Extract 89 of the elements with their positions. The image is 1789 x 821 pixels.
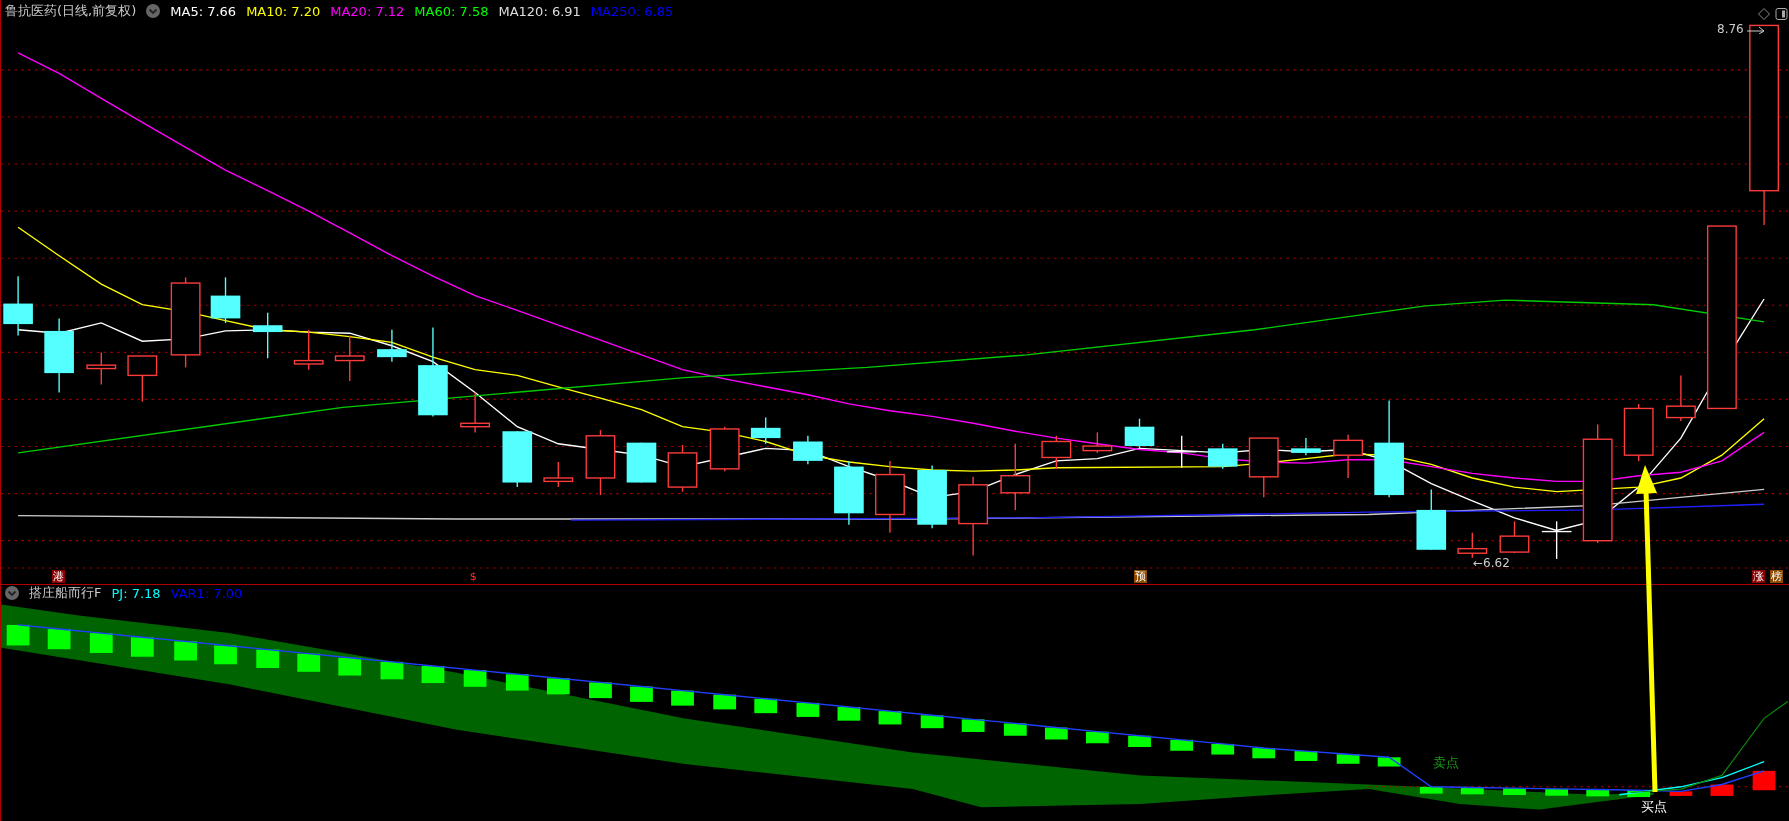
candlestick bbox=[334, 334, 365, 382]
candlestick bbox=[1457, 532, 1488, 559]
candlestick bbox=[750, 416, 781, 445]
indicator-bar bbox=[1044, 727, 1068, 740]
candlestick bbox=[1291, 437, 1321, 456]
diamond-icon[interactable] bbox=[1758, 8, 1770, 20]
indicator-bar bbox=[1460, 787, 1484, 795]
candlestick bbox=[1124, 418, 1155, 450]
price-high-label: 8.76 bbox=[1717, 22, 1744, 36]
indicator-bar bbox=[1170, 739, 1194, 751]
indicator-bar bbox=[214, 645, 237, 665]
indicator-bar bbox=[1211, 743, 1235, 755]
chart-title: 搭庄船而行F bbox=[29, 584, 102, 602]
buy-signal-label: 买点 bbox=[1641, 799, 1667, 814]
indicator-value: MA120: 6.91 bbox=[498, 3, 581, 19]
indicator-bar bbox=[1586, 789, 1610, 797]
candlestick bbox=[585, 429, 616, 496]
candlestick bbox=[293, 329, 324, 371]
candlestick bbox=[3, 275, 33, 337]
indicator-bar bbox=[1710, 784, 1734, 796]
event-marker: $ bbox=[468, 570, 478, 583]
candlestick bbox=[626, 441, 657, 484]
indicator-value: MA5: 7.66 bbox=[170, 3, 237, 19]
candlestick bbox=[502, 430, 533, 488]
candlestick bbox=[709, 426, 740, 472]
indicator-value: MA60: 7.58 bbox=[414, 3, 489, 19]
indicator-bar bbox=[1252, 748, 1276, 759]
panel-toggle-icon[interactable] bbox=[1775, 8, 1788, 20]
candlestick bbox=[1248, 437, 1279, 499]
candlestick bbox=[917, 464, 947, 529]
indicator-bar bbox=[1336, 754, 1360, 764]
indicator-bar bbox=[671, 690, 694, 706]
indicator-bar bbox=[174, 641, 197, 661]
indicator-bar bbox=[1003, 723, 1027, 736]
candlestick bbox=[1041, 435, 1072, 470]
sell-signal-label: 卖点 bbox=[1433, 755, 1459, 770]
indicator-bar bbox=[961, 719, 985, 732]
dropdown-icon[interactable] bbox=[5, 586, 19, 600]
candlestick bbox=[86, 351, 117, 386]
candlestick bbox=[1082, 431, 1113, 454]
indicator-bar bbox=[505, 674, 529, 691]
event-marker: 涨 bbox=[1752, 570, 1766, 583]
indicator-bar bbox=[1545, 788, 1569, 796]
candlestick bbox=[1166, 435, 1198, 469]
indicator-bar bbox=[630, 686, 653, 702]
indicator-value: MA10: 7.20 bbox=[246, 3, 321, 19]
indicator-value: MA20: 7.12 bbox=[330, 3, 405, 19]
indicator-value: VAR1: 7.00 bbox=[170, 585, 243, 601]
candlestick bbox=[252, 312, 283, 359]
candlestick bbox=[1416, 488, 1447, 551]
candlestick bbox=[1541, 520, 1573, 560]
indicator-bar bbox=[1752, 770, 1776, 791]
indicator-bar bbox=[837, 707, 861, 721]
indicator-bar bbox=[713, 694, 737, 710]
candlestick bbox=[1499, 520, 1530, 554]
indicator-bar bbox=[1294, 751, 1318, 762]
indicator-bar bbox=[546, 678, 570, 695]
indicator-value: MA250: 6.85 bbox=[590, 3, 674, 19]
event-marker: 港 bbox=[52, 570, 66, 583]
event-marker: 预 bbox=[1133, 570, 1147, 583]
indicator-bar bbox=[754, 698, 778, 714]
candlestick bbox=[667, 444, 698, 493]
candlestick bbox=[127, 355, 158, 403]
dropdown-icon[interactable] bbox=[146, 4, 161, 18]
candlestick bbox=[1623, 403, 1654, 462]
candlestick bbox=[460, 391, 491, 434]
indicator-bar bbox=[1377, 757, 1401, 767]
candlestick bbox=[834, 460, 864, 526]
indicator-bar bbox=[878, 711, 902, 725]
indicator-bar bbox=[920, 715, 944, 729]
candlestick bbox=[793, 435, 823, 465]
candlestick bbox=[210, 276, 241, 324]
indicator-bar bbox=[1419, 786, 1443, 794]
arrow-icon bbox=[1747, 26, 1765, 34]
candlestick bbox=[543, 461, 574, 488]
candlestick bbox=[1665, 374, 1696, 422]
candlestick bbox=[1333, 434, 1363, 479]
event-marker: 榜 bbox=[1770, 570, 1784, 583]
price-low-label: ←6.62 bbox=[1473, 556, 1510, 570]
chart-title: 鲁抗医药(日线,前复权) bbox=[5, 2, 137, 20]
candlestick bbox=[1000, 443, 1031, 511]
indicator-bar bbox=[589, 682, 612, 699]
candlestick bbox=[377, 329, 407, 363]
indicator-bar bbox=[1627, 790, 1651, 798]
indicator-value: PJ: 7.18 bbox=[111, 585, 161, 601]
candlestick bbox=[1207, 443, 1238, 470]
indicator-bar bbox=[796, 702, 820, 717]
indicator-bar bbox=[1503, 788, 1526, 795]
indicator-bar bbox=[1669, 791, 1693, 796]
